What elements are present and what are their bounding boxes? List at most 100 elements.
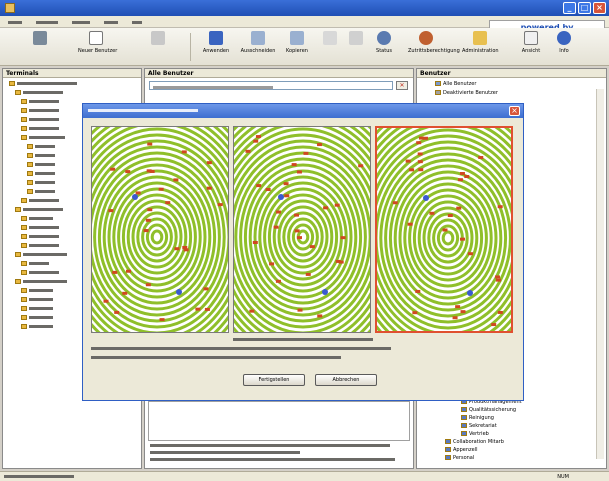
terminal-tree-item[interactable] [15, 279, 67, 286]
terminal-tree-item[interactable] [21, 261, 49, 268]
department-label: Personal [453, 455, 475, 461]
terminal-tree-item[interactable] [27, 180, 55, 187]
terminal-tree-item[interactable] [21, 198, 59, 205]
terminal-tree-item[interactable] [27, 189, 55, 196]
terminal-tree-item[interactable] [21, 270, 59, 277]
search-clear-icon[interactable]: ✕ [396, 81, 408, 90]
maximize-button[interactable]: □ [578, 2, 591, 14]
terminal-tree-item[interactable] [27, 171, 55, 178]
fingerprint-image [92, 127, 228, 332]
terminal-tree-item[interactable] [21, 306, 53, 313]
minutia-marker [460, 310, 466, 314]
terminal-tree-item[interactable] [21, 117, 59, 124]
department-icon [461, 423, 467, 428]
minutia-marker [478, 156, 484, 160]
toolbar-label: Anwenden [202, 48, 230, 54]
menu-item-2[interactable] [35, 21, 58, 24]
terminal-label [29, 298, 53, 301]
department-item[interactable]: Vertrieb [461, 431, 489, 438]
minutia-marker [149, 169, 155, 173]
deactivated-users-item[interactable]: Deaktivierte Benutzer [435, 90, 498, 97]
dialog-close-icon[interactable]: × [509, 106, 520, 116]
apply-button[interactable]: Anwenden [198, 31, 234, 63]
item-label: Deaktivierte Benutzer [443, 90, 498, 96]
terminal-icon [21, 288, 27, 293]
menu-item-4[interactable] [103, 21, 118, 24]
toolbar-user-group-button[interactable] [140, 31, 176, 63]
department-item[interactable]: Reinigung [461, 415, 494, 422]
minutia-marker [206, 161, 212, 165]
capture-status [83, 337, 523, 343]
minimize-button[interactable]: _ [563, 2, 576, 14]
terminal-tree-item[interactable] [27, 144, 55, 151]
department-item[interactable]: Qualitätssicherung [461, 407, 516, 414]
minutia-marker [147, 142, 153, 146]
terminal-tree-item[interactable] [21, 297, 53, 304]
close-button[interactable]: × [593, 2, 606, 14]
num-lock-indicator: NUM [557, 474, 569, 480]
menu-item-1[interactable] [8, 21, 22, 24]
terminal-tree-item[interactable] [21, 243, 59, 250]
terminal-label [29, 289, 53, 292]
minutia-marker [256, 184, 262, 188]
department-icon [445, 439, 451, 444]
search-placeholder [153, 86, 273, 89]
terminal-tree-item[interactable] [21, 315, 53, 322]
scrollbar[interactable] [596, 89, 604, 459]
terminal-tree-item[interactable] [21, 324, 53, 331]
terminal-tree-item[interactable] [15, 252, 67, 259]
terminal-tree-item[interactable] [27, 162, 55, 169]
terminal-label [29, 226, 59, 229]
terminal-tree-item[interactable] [21, 234, 59, 241]
department-item[interactable]: Sekretariat [461, 423, 497, 430]
view-button[interactable]: Ansicht [513, 31, 549, 63]
minutia-marker [412, 311, 418, 315]
terminal-tree-item[interactable] [27, 153, 55, 160]
department-item[interactable]: Collaboration Mitarb [445, 439, 504, 446]
users-icon [435, 90, 441, 95]
toolbar-settings-button[interactable] [22, 31, 58, 63]
terminal-icon [15, 207, 21, 212]
administration-button[interactable]: Administration [462, 31, 499, 63]
department-item[interactable]: Appenzell [445, 447, 478, 454]
terminal-tree-item[interactable] [15, 207, 63, 214]
terminal-tree-item[interactable] [21, 225, 59, 232]
terminal-icon [21, 243, 27, 248]
terminal-tree-item[interactable] [21, 108, 59, 115]
department-icon [445, 455, 451, 460]
terminal-tree-item[interactable] [21, 126, 59, 133]
minutia-marker [416, 141, 422, 145]
access-permission-button[interactable]: Zutrittsberechtigung [408, 31, 460, 63]
department-item[interactable]: Personal [445, 455, 474, 462]
terminal-tree-item[interactable] [21, 99, 59, 106]
info-button[interactable]: Info [546, 31, 582, 63]
terminal-tree-item[interactable] [21, 216, 53, 223]
copy-button[interactable]: Kopieren [279, 31, 315, 63]
status-button[interactable]: Status [366, 31, 402, 63]
new-user-button[interactable]: Neuer Benutzer [78, 31, 117, 63]
search-icon [377, 31, 391, 45]
terminal-icon [21, 225, 27, 230]
terminal-label [35, 172, 55, 175]
terminal-icon [21, 324, 27, 329]
user-search-input[interactable] [149, 81, 393, 90]
delta-marker [322, 289, 328, 295]
all-users-item[interactable]: Alle Benutzer [435, 81, 476, 88]
finger-capture-dialog: × Fertigstellen Abbrechen [82, 103, 524, 401]
minutia-marker [317, 314, 323, 318]
terminal-label [23, 91, 63, 94]
finish-button[interactable]: Fertigstellen [243, 374, 305, 386]
terminal-tree-item[interactable] [21, 135, 65, 142]
user-list-area[interactable] [148, 401, 410, 441]
terminal-tree-item[interactable] [21, 288, 53, 295]
fingerprint-ridges [234, 127, 370, 332]
status-text [4, 475, 74, 478]
terminal-tree-item[interactable] [15, 90, 63, 97]
core-marker [423, 195, 429, 201]
hint-line [150, 458, 395, 461]
cut-button[interactable]: Ausschneiden [240, 31, 276, 63]
cancel-button[interactable]: Abbrechen [315, 374, 377, 386]
terminal-tree-item[interactable] [9, 81, 77, 88]
menu-item-5[interactable] [131, 21, 142, 24]
menu-item-3[interactable] [71, 21, 90, 24]
